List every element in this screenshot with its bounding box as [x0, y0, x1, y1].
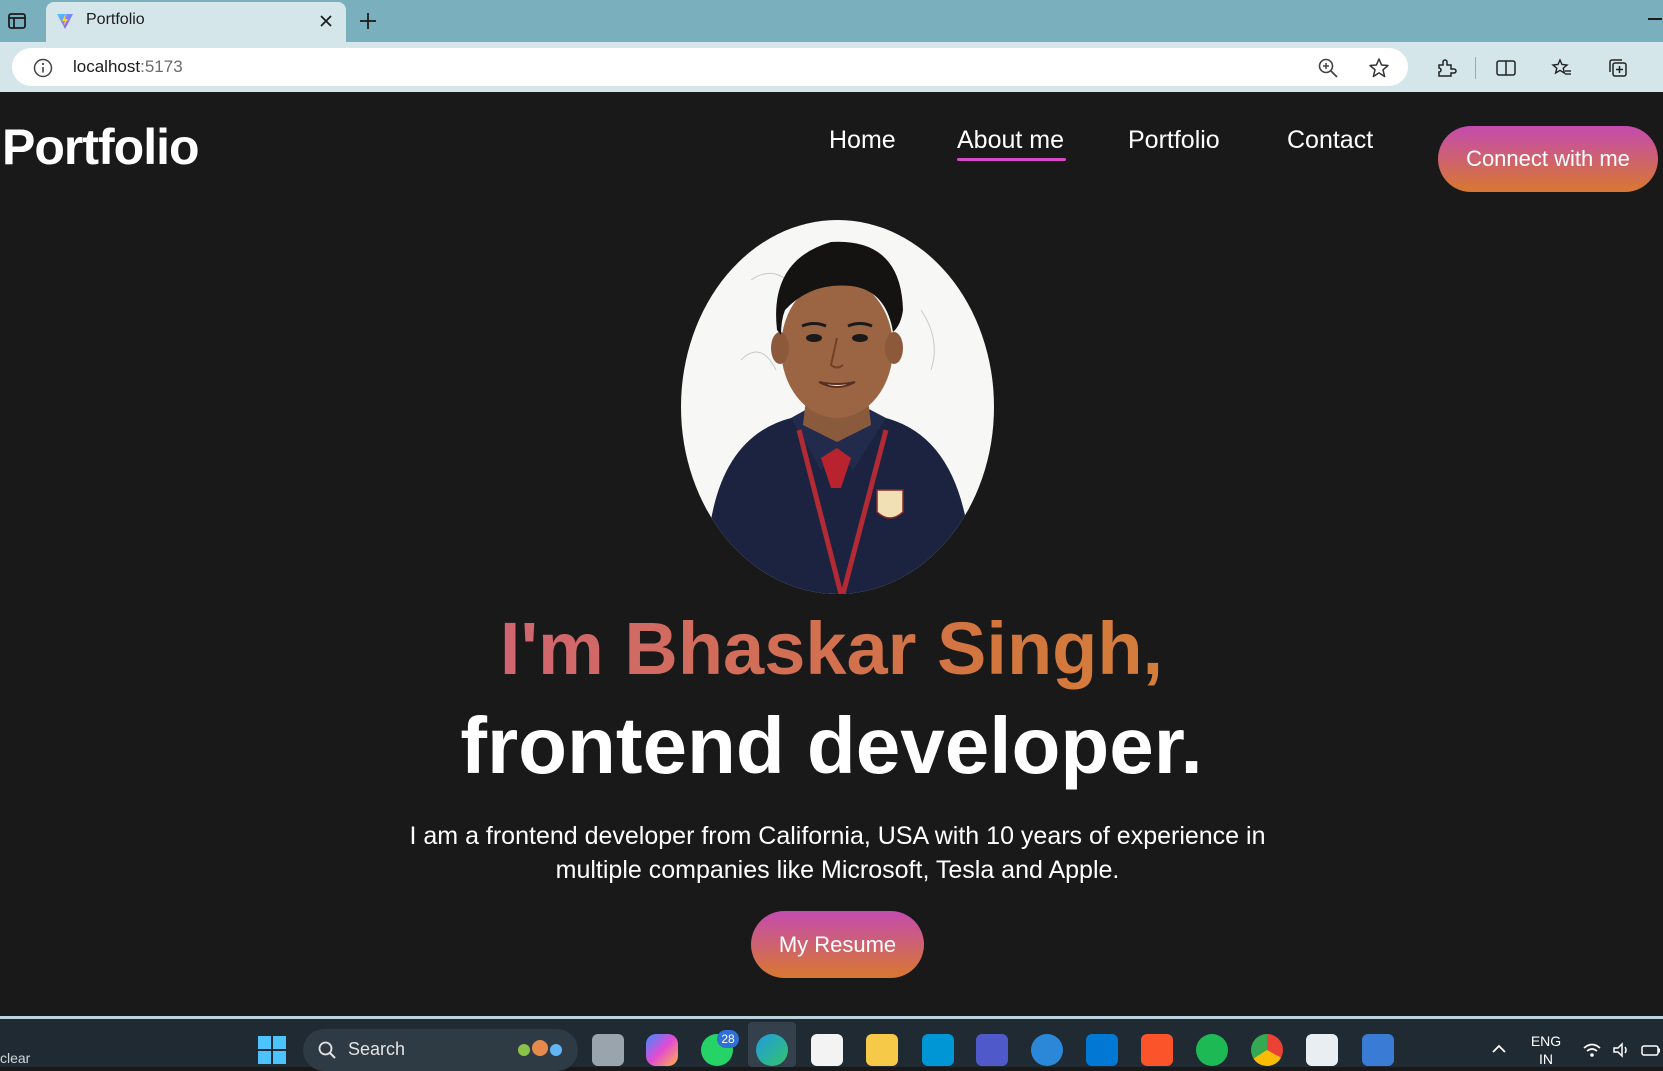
- vscode-icon[interactable]: [1086, 1034, 1118, 1066]
- region-code: IN: [1539, 1051, 1553, 1067]
- close-icon[interactable]: [316, 11, 336, 31]
- address-bar[interactable]: [12, 48, 1408, 86]
- windows-start-icon[interactable]: [257, 1035, 287, 1065]
- whatsapp-badge: 28: [717, 1030, 739, 1048]
- language-code: ENG: [1530, 1033, 1562, 1049]
- myhp-icon[interactable]: [922, 1034, 954, 1066]
- tab-title: Portfolio: [86, 11, 145, 28]
- edge-icon[interactable]: [756, 1034, 788, 1066]
- search-highlight-icon: [518, 1040, 562, 1056]
- spotify-icon[interactable]: [1196, 1034, 1228, 1066]
- taskbar-search-placeholder: Search: [348, 1039, 406, 1059]
- copilot-icon[interactable]: [646, 1034, 678, 1066]
- extensions-icon[interactable]: [1434, 56, 1458, 80]
- nav-home[interactable]: Home: [829, 126, 896, 155]
- favorites-icon[interactable]: [1550, 56, 1574, 80]
- file-explorer-icon[interactable]: [866, 1034, 898, 1066]
- teams-icon[interactable]: [976, 1034, 1008, 1066]
- nav-contact[interactable]: Contact: [1287, 126, 1373, 155]
- battery-icon[interactable]: [1640, 1040, 1662, 1060]
- url-text[interactable]: localhost:5173: [73, 57, 183, 77]
- vite-favicon-icon: [57, 13, 73, 29]
- hero-role-line: frontend developer.: [460, 701, 1203, 790]
- plus-icon[interactable]: [356, 9, 380, 33]
- store-icon[interactable]: [811, 1034, 843, 1066]
- chrome-icon[interactable]: [1251, 1034, 1283, 1066]
- search-icon: [318, 1041, 336, 1059]
- url-port: :5173: [140, 57, 183, 76]
- split-screen-icon[interactable]: [1494, 56, 1518, 80]
- connect-button[interactable]: Connect with me: [1438, 126, 1658, 192]
- status-text: clear: [0, 1050, 31, 1066]
- collections-icon[interactable]: [1606, 56, 1630, 80]
- brave-icon[interactable]: [1141, 1034, 1173, 1066]
- snipping-tool-icon[interactable]: [1306, 1034, 1338, 1066]
- hero-description: I am a frontend developer from Californi…: [409, 822, 1266, 884]
- zoom-icon[interactable]: [1316, 56, 1340, 80]
- chevron-up-icon[interactable]: [1490, 1040, 1508, 1058]
- nav-active-underline: [957, 158, 1066, 161]
- star-icon[interactable]: [1367, 56, 1391, 80]
- help-icon[interactable]: [1031, 1034, 1063, 1066]
- nav-portfolio[interactable]: Portfolio: [1128, 126, 1220, 155]
- volume-icon[interactable]: [1611, 1040, 1631, 1060]
- task-view-icon[interactable]: [592, 1034, 624, 1066]
- tab-actions-icon[interactable]: [6, 10, 28, 32]
- nav-about[interactable]: About me: [957, 126, 1064, 155]
- language-indicator[interactable]: ENG IN: [1530, 1032, 1562, 1068]
- hero-name-line: I'm Bhaskar Singh,: [0, 606, 1663, 691]
- resume-button[interactable]: My Resume: [751, 911, 924, 978]
- url-host: localhost: [73, 57, 141, 76]
- site-logo[interactable]: Portfolio: [2, 118, 200, 176]
- toolbar-divider: [1475, 57, 1476, 79]
- minimize-window-button[interactable]: [1648, 18, 1662, 20]
- wifi-icon[interactable]: [1582, 1040, 1602, 1060]
- photos-icon[interactable]: [1362, 1034, 1394, 1066]
- info-icon[interactable]: [32, 57, 54, 79]
- profile-photo: [681, 220, 994, 594]
